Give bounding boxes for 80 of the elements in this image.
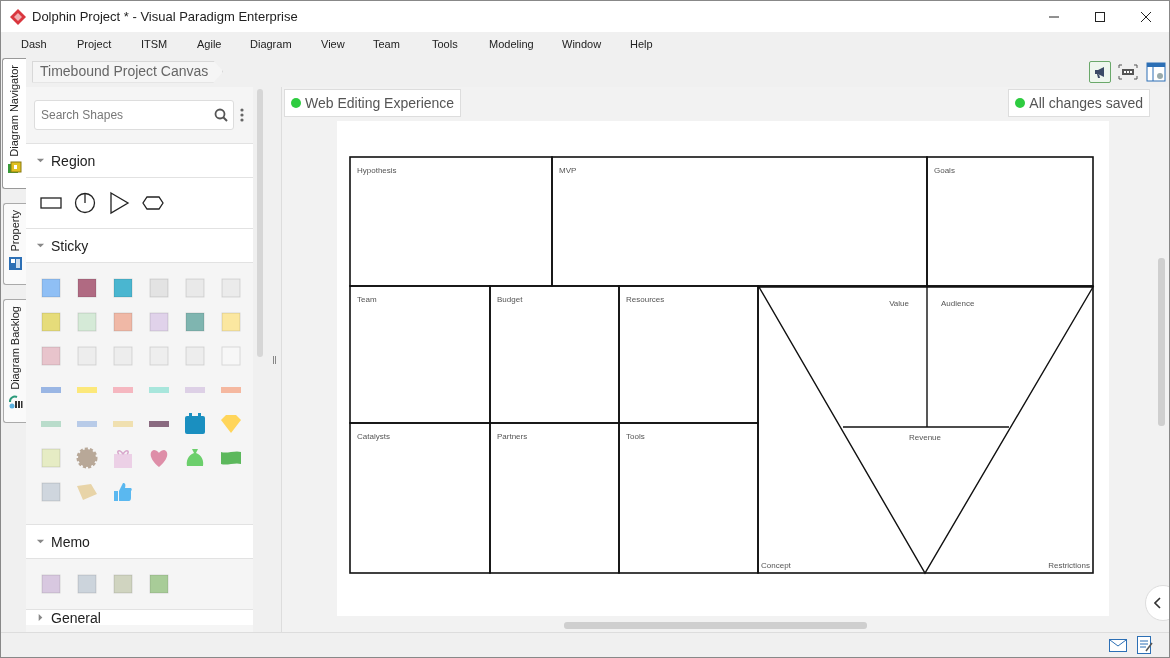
splitter-handle[interactable] (272, 355, 276, 364)
region-label: Budget (497, 295, 523, 304)
menu-item[interactable]: Help (628, 35, 668, 53)
region-label: Catalysts (357, 432, 390, 441)
canvas-region[interactable] (551, 156, 928, 287)
region-label: Hypothesis (357, 166, 397, 175)
canvas-region[interactable] (349, 285, 491, 424)
app-logo-icon (10, 8, 26, 25)
canvas-region[interactable] (489, 285, 620, 424)
menu-item[interactable]: Modeling (487, 35, 560, 53)
memo-note-icon[interactable] (147, 572, 171, 596)
search-field[interactable]: Search Shapes (34, 100, 234, 130)
menu-item[interactable]: Project (75, 35, 139, 53)
mail-icon[interactable] (1109, 638, 1127, 652)
status-dot-icon (291, 98, 301, 108)
breadcrumb[interactable]: Timebound Project Canvas (32, 60, 224, 83)
region-label: Partners (497, 432, 528, 441)
canvas-region[interactable] (618, 422, 759, 574)
canvas-region[interactable] (618, 285, 759, 424)
window-title: Dolphin Project * - Visual Paradigm Enterprise (32, 7, 298, 26)
tab-icon (7, 160, 22, 176)
sticky-note-icon[interactable] (183, 310, 207, 334)
memo-note-icon[interactable] (75, 572, 99, 596)
status-pill: All changes saved (1008, 89, 1150, 117)
menu-item[interactable]: Agile (195, 35, 248, 53)
sticky-note-icon[interactable] (111, 310, 135, 334)
region-label: Tools (626, 432, 645, 441)
canvas-region[interactable] (489, 422, 620, 574)
status-dot-icon (1015, 98, 1026, 108)
region-label: Goals (934, 166, 955, 175)
gear-icon[interactable] (75, 446, 99, 470)
menu-item[interactable]: Diagram (248, 35, 319, 53)
side-tab[interactable]: Property (3, 203, 26, 285)
region-label: Team (357, 295, 377, 304)
circle-icon[interactable] (73, 191, 97, 215)
megaphone-icon[interactable] (1089, 60, 1111, 83)
side-tab[interactable]: Diagram Navigator (2, 58, 26, 189)
section-header[interactable]: Sticky (26, 228, 253, 263)
thumbs-up-icon[interactable] (111, 480, 135, 504)
status-pill: Web Editing Experience (284, 89, 462, 117)
menu-item[interactable]: Dash (19, 35, 75, 53)
note-icon[interactable] (1137, 636, 1153, 654)
region-label: Value (889, 299, 909, 308)
canvas-region[interactable] (926, 156, 1094, 287)
tab-icon (7, 393, 23, 409)
section-header[interactable]: General (26, 609, 253, 625)
region-label: Concept (761, 561, 791, 570)
region-label: Revenue (909, 433, 941, 442)
canvas-region[interactable] (349, 422, 491, 574)
region-label: Audience (941, 299, 975, 308)
more-options-icon[interactable] (240, 108, 244, 122)
menu-item[interactable]: View (319, 35, 371, 53)
side-tab[interactable]: Diagram Backlog (3, 299, 26, 423)
chevron-left-icon (1154, 597, 1162, 609)
memo-note-icon[interactable] (39, 572, 63, 596)
region-label: Resources (626, 295, 665, 304)
sticky-note-icon[interactable] (75, 276, 99, 300)
triangle-icon[interactable] (107, 191, 131, 215)
maximize-icon[interactable] (1095, 11, 1105, 22)
search-icon[interactable] (214, 108, 228, 122)
menu-item[interactable]: Window (560, 35, 628, 53)
menu-item[interactable]: Tools (430, 35, 487, 53)
canvas-region[interactable] (349, 156, 553, 287)
sticky-note-icon[interactable] (111, 276, 135, 300)
scrollbar-thumb[interactable] (257, 89, 263, 357)
scrollbar-thumb[interactable] (1158, 258, 1165, 426)
calendar-icon[interactable] (183, 412, 207, 436)
window-layout-icon[interactable] (1145, 60, 1167, 83)
scrollbar-thumb[interactable] (564, 622, 867, 629)
funnel-triangle[interactable] (757, 286, 1095, 575)
menu-item[interactable]: ITSM (139, 35, 195, 53)
region-label: Restrictions (1048, 561, 1090, 570)
memo-note-icon[interactable] (111, 572, 135, 596)
section-header[interactable]: Region (26, 143, 253, 178)
section-header[interactable]: Memo (26, 524, 253, 559)
tab-icon (7, 255, 23, 271)
sticky-note-icon[interactable] (39, 276, 63, 300)
close-icon[interactable] (1141, 11, 1151, 22)
menu-item[interactable]: Team (371, 35, 430, 53)
region-label: MVP (559, 166, 577, 175)
